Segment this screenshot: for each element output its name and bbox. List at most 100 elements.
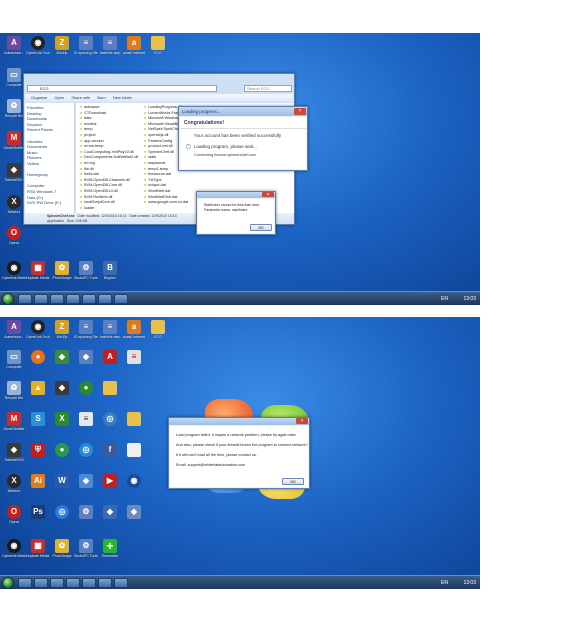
toolbar-new-folder[interactable]: New folder (113, 95, 132, 100)
file-item[interactable]: loader (80, 206, 142, 212)
close-icon[interactable]: × (294, 108, 306, 115)
language-indicator[interactable]: EN (441, 580, 448, 586)
toolbar-organize[interactable]: Organize (31, 95, 47, 100)
toolbar-burn[interactable]: Burn (97, 95, 105, 100)
error-line: Load program failed, it maybe a network … (176, 433, 297, 437)
explorer-toolbar: Organize Open Share with Burn New folder (25, 94, 293, 102)
address-bar[interactable]: ECG (27, 85, 217, 92)
desktop-icon[interactable]: B Beginer (98, 261, 122, 280)
desktop-icon[interactable]: ECG (146, 36, 170, 55)
desktop-icon[interactable]: Z WinZip (50, 320, 74, 339)
desktop-icon[interactable]: ≡ batchfile step (98, 320, 122, 339)
desktop-icon[interactable]: ◆ (122, 505, 146, 519)
desktop-icon[interactable]: ◆ (98, 505, 122, 519)
desktop-icon[interactable]: X (50, 412, 74, 426)
desktop-icon[interactable]: ⚙ StudioPC Toolkit (74, 261, 98, 280)
desktop-icon[interactable]: ▭ Computer (2, 350, 26, 369)
taskbar-app[interactable] (114, 578, 128, 588)
taskbar-app[interactable] (82, 578, 96, 588)
desktop-icon[interactable]: Ai (26, 474, 50, 488)
nav-item[interactable]: DVD RW Drive (E:) (27, 200, 72, 206)
toolkit-icon: ⚙ (79, 505, 93, 519)
taskbar-app[interactable] (18, 294, 32, 304)
desktop-icon[interactable]: ▲ (26, 381, 50, 395)
start-button[interactable] (2, 577, 14, 589)
clock[interactable]: 13:03 (463, 296, 476, 302)
taskbar-app[interactable] (50, 294, 64, 304)
desktop-icon[interactable]: A Administra... (2, 36, 26, 55)
desktop-icon[interactable]: ◉CyberLink YouCam (26, 320, 50, 339)
desktop-icon[interactable]: ✿ PhotoScape (50, 261, 74, 280)
desktop-icon[interactable]: ≡ ID spinning Step (74, 320, 98, 339)
desktop-icon[interactable]: ● (50, 443, 74, 457)
computer-icon: ▭ (7, 68, 21, 82)
taskbar-app[interactable] (98, 294, 112, 304)
desktop-icon[interactable]: ◎ (50, 505, 74, 519)
language-indicator[interactable]: EN (441, 296, 448, 302)
desktop-icon[interactable]: ◆ TortoiseSVN (2, 443, 26, 462)
desktop-icon[interactable]: A (98, 350, 122, 364)
desktop-icon[interactable]: a avast! Internet (122, 36, 146, 55)
desktop-icon[interactable]: ≡ ID spinning Step (74, 36, 98, 55)
ok-button[interactable]: OK (250, 224, 272, 231)
desktop-icon[interactable]: ECG (146, 320, 170, 339)
desktop-icon[interactable]: ◉Cyberlink Media Espresso (2, 261, 26, 280)
desktop-icon[interactable]: ● (26, 350, 50, 365)
taskbar-app[interactable] (66, 578, 80, 588)
desktop-icon[interactable]: f (98, 443, 122, 457)
toolbar-share[interactable]: Share with (71, 95, 90, 100)
taskbar-app[interactable] (66, 294, 80, 304)
close-icon[interactable]: × (262, 192, 274, 198)
taskbar-app[interactable] (98, 578, 112, 588)
desktop-icon[interactable]: Ps (26, 505, 50, 519)
taskbar-app[interactable] (18, 578, 32, 588)
desktop-icon[interactable]: ◎ (98, 412, 122, 426)
desktop-icon[interactable]: ◎ (74, 443, 98, 457)
taskbar-app[interactable] (50, 578, 64, 588)
desktop-icon[interactable]: ◉Cyberlink Media Espresso (2, 539, 26, 558)
desktop-icon[interactable] (122, 412, 146, 426)
desktop-icon[interactable]: ◆ (50, 381, 74, 395)
close-icon[interactable]: × (296, 418, 308, 424)
desktop-icon[interactable]: ▦Dupliate Media Player (26, 539, 50, 558)
desktop-icon[interactable]: O Opera (2, 226, 26, 245)
desktop-icon[interactable]: ◉ (122, 474, 146, 488)
ok-button[interactable]: OK (282, 478, 304, 485)
desktop-icon[interactable]: ≡ (74, 412, 98, 426)
desktop-icon[interactable]: a avast! Internet (122, 320, 146, 339)
desktop-icon[interactable]: ● (74, 381, 98, 395)
desktop-icon[interactable]: ✿ PhotoScape (50, 539, 74, 558)
admin-icon: A (7, 36, 21, 50)
taskbar-app[interactable] (82, 294, 96, 304)
desktop-icon[interactable]: Z WinZip (50, 36, 74, 55)
desktop-icon[interactable]: ◆ (50, 350, 74, 364)
desktop-icon[interactable]: O Opera (2, 505, 26, 524)
desktop-icon[interactable]: ▶ (98, 474, 122, 488)
desktop-icon[interactable]: ≡ (122, 350, 146, 364)
desktop-icon[interactable]: W (50, 474, 74, 488)
desktop-icon[interactable]: ♻ Recycle Bin (2, 381, 26, 400)
clock[interactable]: 13:03 (463, 580, 476, 586)
desktop-icon[interactable]: ◉CyberLink YouCam (26, 36, 50, 55)
desktop-icon[interactable]: A Administra... (2, 320, 26, 339)
desktop-icon[interactable]: ⚙ StudioPC Toolkit (74, 539, 98, 558)
desktop-icon[interactable]: ≡ batchfile step (98, 36, 122, 55)
desktop-icon[interactable]: ◆ (74, 350, 98, 364)
desktop-icon[interactable]: M Gmail Notifier (2, 412, 26, 431)
toolbar-open[interactable]: Open (54, 95, 64, 100)
desktop-icon[interactable] (122, 443, 146, 457)
desktop-icon[interactable]: ⚙ (74, 505, 98, 519)
desktop-icon[interactable]: ▦Dupliate Media Player (26, 261, 50, 280)
taskbar-app[interactable] (34, 578, 48, 588)
desktop-icon[interactable]: + TimeAdder (98, 539, 122, 558)
desktop-icon[interactable]: S (26, 412, 50, 426)
desktop-icon[interactable]: ◆ (74, 474, 98, 488)
desktop-icon[interactable]: ⛨ (26, 443, 50, 457)
start-button[interactable] (2, 293, 14, 305)
error-line: If it still can't load all the time, ple… (176, 453, 257, 457)
search-input[interactable]: Search ECG (244, 85, 292, 92)
desktop-icon[interactable]: X Networx (2, 474, 26, 493)
taskbar-app[interactable] (34, 294, 48, 304)
taskbar-app[interactable] (114, 294, 128, 304)
desktop-icon[interactable] (98, 381, 122, 395)
